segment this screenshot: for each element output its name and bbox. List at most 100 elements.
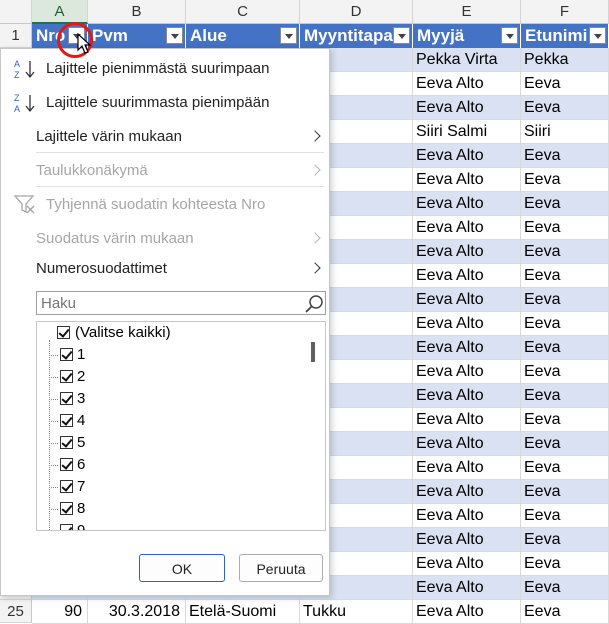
cell-nro[interactable]: 90 [32,600,88,624]
table-cell[interactable]: Eeva [521,384,609,408]
table-header-myyntitapa[interactable]: Myyntitapa [300,24,413,48]
checkbox[interactable] [60,436,73,449]
filter-select-all[interactable]: (Valitse kaikki) [37,324,307,346]
table-cell[interactable]: Siiri Salmi [413,120,521,144]
filter-value-item[interactable]: 5 [37,434,297,456]
menu-item-sort-descending[interactable]: Z A Lajittele suurimmasta pienimpään [1,89,329,117]
table-cell[interactable]: Eeva Alto [413,528,521,552]
table-cell[interactable]: Eeva [521,456,609,480]
checkbox[interactable] [60,480,73,493]
table-cell[interactable]: Eeva Alto [413,408,521,432]
table-cell[interactable]: Eeva [521,144,609,168]
column-header-d[interactable]: D [300,0,413,24]
filter-dropdown-button[interactable] [589,27,606,44]
table-cell[interactable]: Eeva [521,432,609,456]
filter-value-item[interactable]: 7 [37,478,297,500]
table-cell[interactable]: Eeva [521,480,609,504]
cell-myyja[interactable]: Eeva Alto [413,600,521,624]
row-header-1[interactable]: 1 [0,24,32,48]
table-cell[interactable]: Eeva Alto [413,552,521,576]
table-cell[interactable]: Eeva Alto [413,480,521,504]
menu-item-sort-by-color[interactable]: Lajittele värin mukaan [1,123,329,151]
table-cell[interactable]: Eeva [521,288,609,312]
checkbox[interactable] [57,326,70,339]
table-header-alue[interactable]: Alue [186,24,300,48]
checkbox[interactable] [60,458,73,471]
filter-value-item[interactable]: 3 [37,390,297,412]
column-header-c[interactable]: C [186,0,300,24]
row-header[interactable]: 25 [0,600,32,623]
cell-myyntitapa[interactable]: Tukku [300,600,413,624]
filter-value-item[interactable]: 2 [37,368,297,390]
table-cell[interactable]: Pekka [521,48,609,72]
table-cell[interactable]: Eeva [521,312,609,336]
checkbox[interactable] [60,392,73,405]
filter-value-item[interactable]: 8 [37,500,297,522]
filter-dropdown-button[interactable] [501,27,518,44]
table-cell[interactable]: Eeva Alto [413,192,521,216]
table-cell[interactable]: Eeva Alto [413,216,521,240]
list-scrollbar-thumb[interactable] [311,342,315,362]
checkbox[interactable] [60,524,73,530]
table-cell[interactable]: Eeva [521,528,609,552]
checkbox[interactable] [60,414,73,427]
checkbox[interactable] [60,348,73,361]
cell-pvm[interactable]: 30.3.2018 [88,600,186,624]
table-cell[interactable]: Eeva Alto [413,576,521,600]
search-icon[interactable] [304,294,324,314]
table-cell[interactable]: Eeva [521,504,609,528]
table-cell[interactable]: Eeva Alto [413,504,521,528]
checkbox[interactable] [60,502,73,515]
filter-value-list[interactable]: (Valitse kaikki) 1 2 3 4 5 6 7 8 9 [36,321,326,531]
cancel-button[interactable]: Peruuta [239,554,323,582]
column-header-b[interactable]: B [88,0,186,24]
table-cell[interactable]: Eeva [521,576,609,600]
table-cell[interactable]: Pekka Virta [413,48,521,72]
ok-button[interactable]: OK [139,554,225,582]
select-all-corner[interactable] [0,0,32,24]
table-cell[interactable]: Eeva [521,552,609,576]
table-cell[interactable]: Eeva Alto [413,360,521,384]
menu-item-number-filters[interactable]: Numerosuodattimet [1,255,329,283]
filter-search-box[interactable] [36,291,326,315]
column-header-e[interactable]: E [413,0,521,24]
table-cell[interactable]: Eeva [521,192,609,216]
filter-value-item[interactable]: 4 [37,412,297,434]
table-cell[interactable]: Eeva Alto [413,336,521,360]
column-header-f[interactable]: F [521,0,609,24]
table-cell[interactable]: Eeva [521,264,609,288]
table-cell[interactable]: Siiri [521,120,609,144]
filter-dropdown-button[interactable] [393,27,410,44]
table-cell[interactable]: Eeva [521,408,609,432]
table-cell[interactable]: Eeva Alto [413,168,521,192]
table-cell[interactable]: Eeva [521,216,609,240]
table-cell[interactable]: Eeva Alto [413,288,521,312]
table-cell[interactable]: Eeva [521,96,609,120]
table-cell[interactable]: Eeva Alto [413,432,521,456]
column-header-a[interactable]: A [32,0,88,24]
table-header-myyja[interactable]: Myyjä [413,24,521,48]
checkbox[interactable] [60,370,73,383]
table-cell[interactable]: Eeva [521,336,609,360]
table-header-pvm[interactable]: Pvm [88,24,186,48]
filter-dropdown-button[interactable] [166,27,183,44]
cell-alue[interactable]: Etelä-Suomi [186,600,300,624]
table-cell[interactable]: Eeva Alto [413,144,521,168]
filter-value-item[interactable]: 9 [37,522,297,530]
table-cell[interactable]: Eeva Alto [413,456,521,480]
table-cell[interactable]: Eeva Alto [413,72,521,96]
table-cell[interactable]: Eeva Alto [413,312,521,336]
table-cell[interactable]: Eeva Alto [413,240,521,264]
table-cell[interactable]: Eeva [521,168,609,192]
filter-value-item[interactable]: 6 [37,456,297,478]
table-header-etunimi[interactable]: Etunimi [521,24,609,48]
table-cell[interactable]: Eeva [521,240,609,264]
filter-search-input[interactable] [39,293,299,313]
table-cell[interactable]: Eeva Alto [413,384,521,408]
table-cell[interactable]: Eeva Alto [413,264,521,288]
cell-etunimi[interactable]: Eeva [521,600,609,624]
table-cell[interactable]: Eeva [521,72,609,96]
table-cell[interactable]: Eeva [521,360,609,384]
filter-value-item[interactable]: 1 [37,346,297,368]
menu-item-sort-ascending[interactable]: A Z Lajittele pienimmästä suurimpaan [1,55,329,83]
